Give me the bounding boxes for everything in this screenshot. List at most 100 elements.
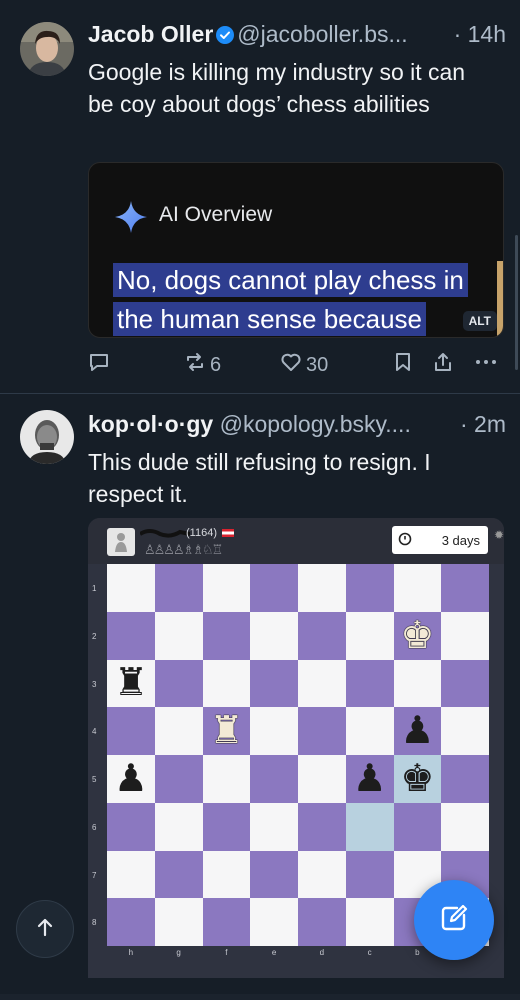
post-header: kop·ol·o·gy @kopology.bsky.... · 2m [88,409,506,439]
board-square [250,898,298,946]
bookmark-icon [392,351,414,379]
board-square [107,707,155,755]
board-square [345,659,394,708]
bookmark-button[interactable] [392,352,414,378]
post-time[interactable]: · 14h [449,19,506,49]
feed-post[interactable]: Jacob Oller @jacoboller.bs... · 14h Googl… [0,0,520,394]
reply-button[interactable] [88,352,110,378]
post-text: Google is killing my industry so it can … [88,59,466,117]
post-actions: 6 30 [88,352,508,378]
author-handle[interactable]: @kopology.bsky.... [220,411,411,437]
board-square [107,564,155,612]
rank-label: 6 [92,822,97,832]
image-edge [497,261,503,337]
board-square [345,850,394,899]
compose-button[interactable] [414,880,494,960]
board-square: ♟ [345,755,394,803]
share-icon [432,351,454,379]
board-square [345,564,394,612]
white-rook-icon: ♜ [209,710,244,753]
file-label: c [367,948,372,957]
author-name[interactable]: kop·ol·o·gy [88,411,213,437]
board-square [298,755,346,803]
black-king-icon: ♚ [400,757,435,800]
share-button[interactable] [432,352,454,378]
board-square [250,659,298,708]
board-square [107,850,155,899]
captured-pieces: ♙♙♙♙♗♗♘♖ [144,542,223,557]
chess-player-bar: (1164) ♙♙♙♙♗♗♘♖ 3 days ✹ [88,518,504,564]
sparkle-icon [115,201,147,238]
board-square [107,802,155,851]
scrollbar[interactable] [515,235,518,370]
board-square: ♜ [202,707,251,755]
verified-check-icon [216,21,235,49]
compose-icon [437,901,471,940]
flag-icon [222,529,234,537]
board-square [250,850,298,899]
rank-label: 4 [92,727,97,737]
board-square [298,802,346,851]
highlighted-text: No, dogs cannot play chess in [113,263,468,297]
board-square [107,611,155,660]
like-count: 30 [306,353,329,376]
board-square [298,898,346,946]
board-square-highlighted: ♚ [393,755,442,803]
avatar[interactable] [20,22,74,76]
board-square [250,707,298,755]
ai-overview-title: AI Overview [159,203,273,226]
board-square [154,564,203,612]
board-square [202,850,251,899]
repost-button[interactable]: 6 [184,352,221,378]
author-name[interactable]: Jacob Oller [88,21,213,47]
board-square: ♟ [107,755,155,803]
board-square [202,898,251,946]
board-square: ♜ [107,659,155,708]
board-square [154,850,203,899]
board-square [345,898,394,946]
file-label: g [176,948,181,957]
scroll-to-top-button[interactable] [16,900,74,958]
board-square [202,564,251,612]
embedded-image[interactable]: AI Overview No, dogs cannot play chess i… [88,162,504,338]
board-square [441,707,489,755]
clock-icon [398,532,412,549]
board-square [298,611,346,660]
alt-text-badge[interactable]: ALT [462,311,497,331]
post-text: This dude still refusing to resign. I re… [88,449,431,507]
board-square [250,802,298,851]
post-time[interactable]: · 2m [456,409,506,439]
bottom-nav-edge [0,994,520,1000]
repost-icon [184,351,206,379]
black-rook-icon: ♜ [113,662,148,705]
file-label: h [128,948,134,957]
gear-icon: ✹ [493,528,504,542]
more-options-button[interactable] [474,352,498,378]
author-handle[interactable]: @jacoboller.bs... [237,21,407,47]
board-square [154,611,203,660]
black-pawn-icon: ♟ [400,710,435,753]
file-label: d [319,948,325,957]
rank-label: 5 [92,775,97,784]
board-square [250,755,298,803]
repost-count: 6 [210,353,222,376]
board-square [298,659,346,708]
rank-label: 2 [92,631,97,641]
reply-icon [88,351,110,379]
board-square [441,659,489,708]
board-square [202,659,251,708]
board-square [393,564,442,612]
more-icon [474,351,498,379]
black-pawn-icon: ♟ [352,757,387,800]
avatar[interactable] [20,410,74,464]
rank-label: 3 [92,679,97,689]
rank-label: 8 [92,918,97,928]
board-square [154,707,203,755]
like-button[interactable]: 30 [280,352,328,378]
board-square [298,850,346,899]
board-square [298,564,346,612]
board-square [154,898,203,946]
board-square [250,564,298,612]
game-clock: 3 days [392,526,488,554]
white-king-icon: ♚ [400,614,435,657]
